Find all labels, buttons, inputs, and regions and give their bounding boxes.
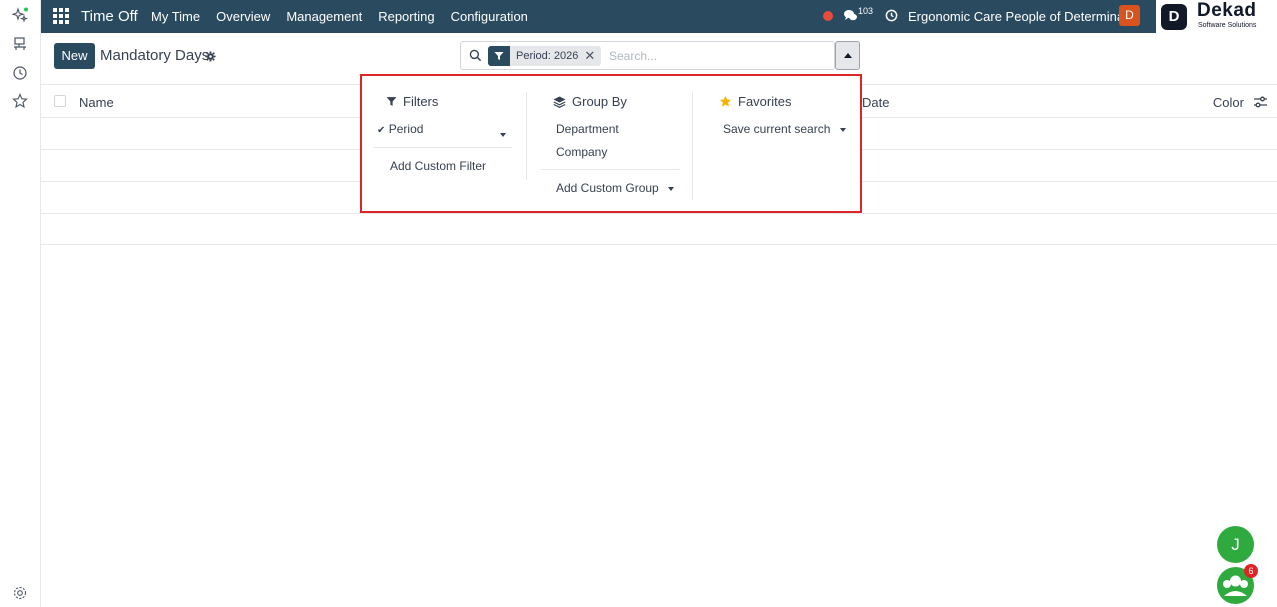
group-by-department[interactable]: Department <box>556 122 619 136</box>
add-custom-group-label: Add Custom Group <box>556 181 659 195</box>
filters-heading-label: Filters <box>403 94 439 109</box>
period-caret-icon[interactable] <box>500 126 506 141</box>
add-custom-group[interactable]: Add Custom Group <box>556 181 675 195</box>
menu-management[interactable]: Management <box>286 9 362 24</box>
company-switcher[interactable]: Ergonomic Care People of Determina... <box>908 9 1135 24</box>
notification-badge: 6 <box>1244 564 1258 578</box>
save-current-search[interactable]: Save current search <box>723 122 846 136</box>
column-header-color[interactable]: Color <box>1213 95 1244 110</box>
user-avatar[interactable]: D <box>1119 5 1140 26</box>
column-header-date[interactable]: Date <box>862 95 889 110</box>
select-all-checkbox[interactable] <box>54 95 66 107</box>
save-current-search-label: Save current search <box>723 122 831 136</box>
search-dropdown-panel: Filters ✔ Period Add Custom Filter Group… <box>360 74 862 213</box>
search-panel-toggle-button[interactable] <box>835 41 860 70</box>
filter-item-period[interactable]: ✔ Period <box>377 122 423 136</box>
brand-name: Dekad <box>1197 0 1257 21</box>
gear-icon[interactable] <box>205 50 216 65</box>
top-navbar: Time Off My Time Overview Management Rep… <box>41 0 1277 33</box>
divider <box>692 92 693 200</box>
divider <box>541 169 679 170</box>
clock-icon[interactable] <box>11 64 29 82</box>
group-by-heading-label: Group By <box>572 94 627 109</box>
favorites-heading: Favorites <box>719 94 791 109</box>
brand-logo: D Dekad Software Solutions <box>1156 0 1277 33</box>
main-menu: My Time Overview Management Reporting Co… <box>151 9 544 24</box>
save-search-caret-icon <box>839 127 846 132</box>
table-row <box>41 213 1277 245</box>
divider <box>526 92 527 180</box>
search-input[interactable] <box>609 47 809 65</box>
facet-remove-icon[interactable]: ✕ <box>584 48 601 64</box>
desk-icon[interactable] <box>11 35 29 53</box>
sparkle-icon[interactable] <box>11 6 29 24</box>
column-header-name[interactable]: Name <box>79 95 114 110</box>
facet-label: Period: 2026 <box>516 50 579 62</box>
settings-gear-icon[interactable] <box>11 584 29 602</box>
menu-overview[interactable]: Overview <box>216 9 270 24</box>
layers-icon <box>553 96 566 108</box>
brand-tagline: Software Solutions <box>1198 22 1257 29</box>
filter-funnel-icon <box>488 46 510 66</box>
brand-logo-mark: D <box>1161 4 1187 30</box>
star-outline-icon[interactable] <box>11 92 29 110</box>
menu-reporting[interactable]: Reporting <box>378 9 434 24</box>
activity-clock-icon[interactable] <box>885 9 898 25</box>
favorites-heading-label: Favorites <box>738 94 792 109</box>
left-rail <box>0 0 41 607</box>
menu-my-time[interactable]: My Time <box>151 9 200 24</box>
filter-icon <box>386 97 397 106</box>
search-bar: Period: 2026 ✕ <box>460 41 835 70</box>
app-grid-icon[interactable] <box>53 8 69 24</box>
chat-icon[interactable] <box>843 9 858 25</box>
optional-columns-icon[interactable] <box>1254 96 1267 111</box>
app-title[interactable]: Time Off <box>81 8 138 25</box>
search-icon[interactable] <box>469 49 482 65</box>
recording-dot-icon[interactable] <box>823 11 833 21</box>
filter-item-label: Period <box>388 122 424 136</box>
group-by-company[interactable]: Company <box>556 145 607 159</box>
group-by-heading: Group By <box>553 94 627 109</box>
chat-count-badge: 103 <box>858 6 874 16</box>
add-custom-filter[interactable]: Add Custom Filter <box>390 159 486 173</box>
new-button[interactable]: New <box>54 43 95 69</box>
page-title: Mandatory Days <box>100 47 210 64</box>
menu-configuration[interactable]: Configuration <box>451 9 528 24</box>
star-icon <box>719 95 732 107</box>
search-facet-period: Period: 2026 ✕ <box>488 46 602 66</box>
checkmark-icon: ✔ <box>377 125 386 136</box>
custom-group-caret-icon <box>668 186 675 191</box>
chat-user-avatar-button[interactable]: J <box>1217 526 1254 563</box>
filters-heading: Filters <box>386 94 438 109</box>
divider <box>374 147 512 148</box>
